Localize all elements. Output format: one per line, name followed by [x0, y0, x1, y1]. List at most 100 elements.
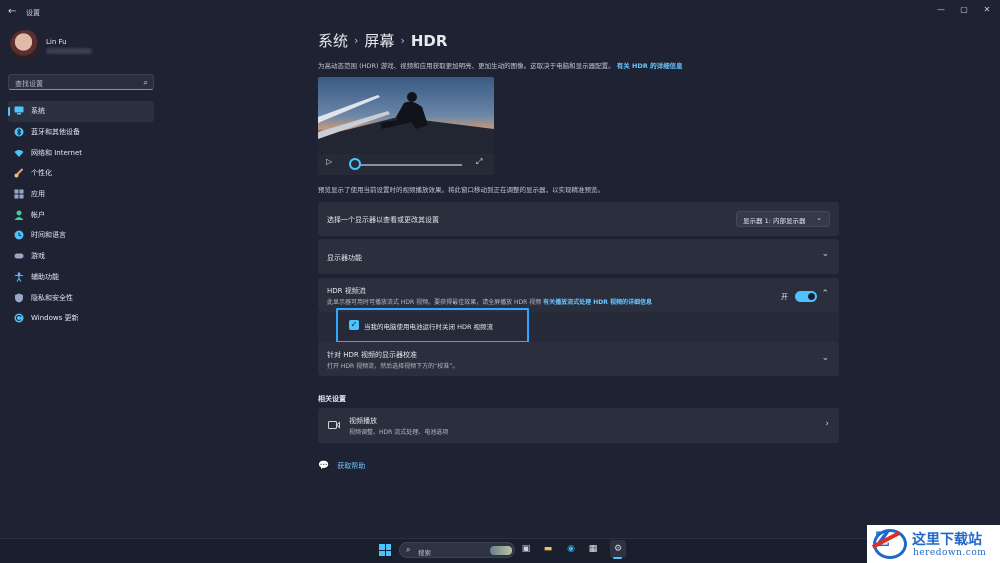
highlight-frame [336, 308, 529, 343]
watermark: Z 这里下载站 heredown.com [867, 525, 1000, 563]
edge-icon[interactable]: ◉ [565, 543, 577, 555]
globe-clock-icon [14, 230, 24, 240]
video-playback-desc: 视频调整、HDR 流式处理、电池选项 [349, 429, 449, 436]
calibration-desc: 打开 HDR 视频流，然后选择视频下方的“校准”。 [327, 363, 459, 370]
sidebar-item-apps[interactable]: 应用 [8, 184, 154, 205]
sidebar-item-accounts[interactable]: 帐户 [8, 204, 154, 225]
search-icon: ⌕ [406, 545, 411, 554]
sidebar-item-gaming[interactable]: 游戏 [8, 246, 154, 267]
display-icon [14, 106, 24, 116]
hdr-video-stream-card: HDR 视频流 此显示器可用时可播放流式 HDR 视频。要获得最佳效果，请全屏播… [318, 278, 839, 312]
breadcrumb-system[interactable]: 系统 [318, 30, 348, 51]
scrubber-handle[interactable] [349, 158, 361, 170]
hdr-info-link[interactable]: 有关 HDR 的详细信息 [617, 62, 683, 70]
sidebar-item-label: 游戏 [31, 252, 45, 261]
active-app-indicator [613, 557, 622, 559]
search-highlight-image [490, 546, 512, 555]
sidebar-item-label: 蓝牙和其他设备 [31, 128, 80, 137]
hdr-stream-desc-text: 此显示器可用时可播放流式 HDR 视频。要获得最佳效果，请全屏播放 HDR 视频 [327, 299, 542, 306]
display-select-label: 选择一个显示器以查看或更改其设置 [327, 216, 439, 224]
maximize-icon[interactable]: ▢ [957, 4, 971, 16]
wifi-icon [14, 148, 24, 158]
page-title: HDR [410, 31, 448, 50]
taskbar-search-label: 搜索 [418, 549, 431, 557]
chevron-down-icon: ⌄ [816, 214, 822, 222]
person-icon [14, 210, 24, 220]
display-dropdown-value: 显示器 1: 内部显示器 [743, 217, 806, 225]
close-icon[interactable]: ✕ [980, 4, 994, 16]
sidebar-item-bluetooth[interactable]: 蓝牙和其他设备 [8, 122, 154, 143]
sidebar-item-network[interactable]: 网络和 Internet [8, 142, 154, 163]
file-explorer-icon[interactable]: ▬ [542, 543, 554, 555]
brush-icon [14, 168, 24, 178]
sidebar-item-label: 时间和语言 [31, 231, 66, 240]
minimize-icon[interactable]: — [934, 4, 948, 16]
start-icon[interactable] [379, 544, 391, 556]
video-scrubber[interactable] [354, 164, 462, 166]
sidebar-item-label: Windows 更新 [31, 314, 79, 323]
breadcrumb-display[interactable]: 屏幕 [364, 30, 394, 51]
sidebar-item-system[interactable]: 系统 [8, 101, 154, 122]
video-playback-title: 视频播放 [349, 417, 377, 425]
sidebar-item-accessibility[interactable]: 辅助功能 [8, 267, 154, 288]
search-icon[interactable]: ⌕ [144, 78, 148, 88]
expand-icon[interactable]: ⤢ [476, 157, 482, 167]
avatar[interactable] [10, 30, 40, 60]
toggle-knob [808, 293, 815, 300]
search-input[interactable]: 查找设置 ⌕ [8, 74, 154, 90]
sidebar-item-label: 网络和 Internet [31, 148, 83, 157]
profile-name: Lin Fu [46, 38, 67, 46]
sidebar-item-label: 隐私和安全性 [31, 293, 73, 302]
get-help-label: 获取帮助 [337, 462, 366, 470]
calibration-title: 针对 HDR 视频的显示器校准 [327, 351, 417, 359]
breadcrumb-separator: › [354, 34, 359, 47]
task-view-icon[interactable]: ▣ [520, 543, 532, 555]
settings-icon[interactable]: ⚙ [612, 543, 624, 555]
sidebar-item-windows-update[interactable]: Windows 更新 [8, 308, 154, 329]
hdr-stream-info-link[interactable]: 有关播放流式处理 HDR 视频的详细信息 [543, 299, 652, 306]
chevron-up-icon[interactable]: ⌃ [821, 289, 829, 299]
chevron-down-icon[interactable]: ⌄ [821, 249, 829, 259]
store-icon[interactable]: ▦ [587, 543, 599, 555]
sidebar-item-personalization[interactable]: 个性化 [8, 163, 154, 184]
sidebar-item-label: 辅助功能 [31, 272, 59, 281]
display-capabilities-card[interactable]: 显示器功能 ⌄ [318, 239, 839, 274]
shield-icon [14, 293, 24, 303]
preview-caption: 预览显示了使用当前设置时的视频播放效果。将此窗口移动到正在调整的显示器，以实现精… [318, 186, 604, 194]
related-settings-title: 相关设置 [318, 395, 346, 403]
bluetooth-icon [14, 127, 24, 137]
watermark-en: heredown.com [913, 548, 987, 558]
chevron-down-icon[interactable]: ⌄ [821, 353, 829, 363]
watermark-cn: 这里下载站 [912, 532, 982, 548]
hdr-stream-title: HDR 视频流 [327, 287, 366, 295]
sidebar-item-label: 应用 [31, 190, 45, 199]
accessibility-icon [14, 272, 24, 282]
display-capabilities-label: 显示器功能 [327, 254, 362, 262]
play-icon[interactable]: ▷ [326, 157, 332, 166]
intro-description: 为高动态范围 (HDR) 游戏、视频和应用获取更加明亮、更加生动的图像。这取决于… [318, 62, 615, 70]
update-icon [14, 313, 24, 323]
window-title: 设置 [26, 9, 40, 17]
chevron-right-icon: › [825, 419, 829, 429]
sidebar-nav: 系统 蓝牙和其他设备 网络和 Internet 个性化 应用 帐户 时间和语言 … [8, 101, 154, 329]
hdr-preview-player [318, 77, 494, 175]
sidebar-item-time-language[interactable]: 时间和语言 [8, 225, 154, 246]
toggle-state-label: 开 [781, 293, 788, 301]
preview-video-image [318, 77, 494, 154]
display-dropdown[interactable]: 显示器 1: 内部显示器 ⌄ [736, 211, 830, 227]
video-icon [328, 420, 340, 432]
back-arrow-icon[interactable]: ← [8, 6, 16, 17]
get-help-link[interactable]: 💬 获取帮助 [318, 461, 365, 471]
sidebar-item-privacy[interactable]: 隐私和安全性 [8, 287, 154, 308]
sidebar-item-label: 系统 [31, 107, 45, 116]
sidebar-item-label: 帐户 [31, 210, 45, 219]
sidebar-item-label: 个性化 [31, 169, 52, 178]
hdr-stream-desc: 此显示器可用时可播放流式 HDR 视频。要获得最佳效果，请全屏播放 HDR 视频… [327, 297, 652, 306]
apps-icon [14, 189, 24, 199]
hdr-calibration-card[interactable]: 针对 HDR 视频的显示器校准 打开 HDR 视频流，然后选择视频下方的“校准”… [318, 342, 839, 376]
video-playback-card[interactable]: 视频播放 视频调整、HDR 流式处理、电池选项 › [318, 408, 839, 443]
hdr-stream-toggle[interactable] [795, 291, 817, 302]
intro-text: 为高动态范围 (HDR) 游戏、视频和应用获取更加明亮、更加生动的图像。这取决于… [318, 60, 683, 70]
taskbar-search[interactable]: ⌕ 搜索 [399, 542, 515, 558]
display-select-card: 选择一个显示器以查看或更改其设置 显示器 1: 内部显示器 ⌄ [318, 202, 839, 236]
